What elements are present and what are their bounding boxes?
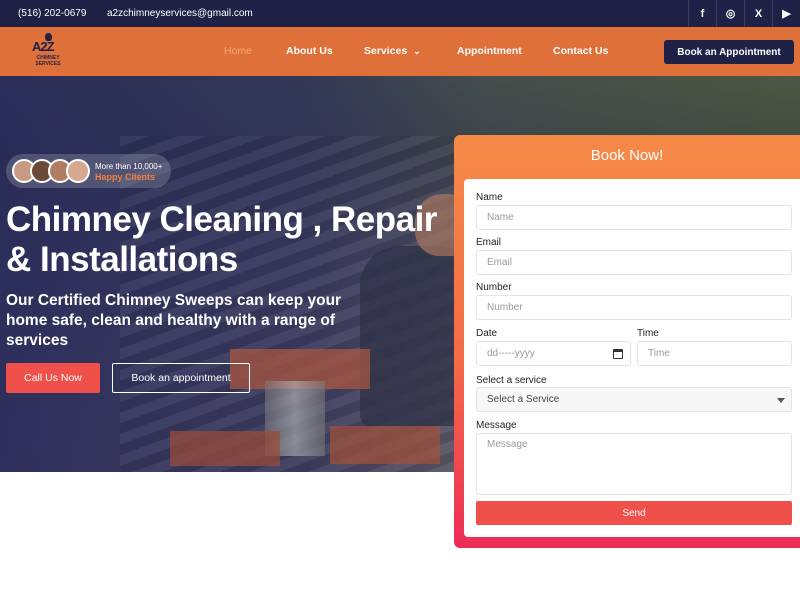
top-info-bar: (516) 202-0679 a2zchimneyservices@gmail.…: [0, 0, 800, 27]
time-label: Time: [637, 328, 659, 339]
nav-item-about-us[interactable]: About Us: [286, 45, 333, 57]
nav-item-services[interactable]: Services ⌄: [364, 45, 421, 57]
email-label: Email: [476, 237, 502, 248]
booking-form: Name Name Email Email Number Number Date…: [464, 179, 800, 537]
main-navbar: A2Z CHIMNEY SERVICES Home About Us Servi…: [0, 27, 800, 76]
social-links: f ◎ X ▶: [688, 0, 800, 27]
dropdown-caret-icon: [777, 398, 785, 403]
book-appointment-button[interactable]: Book an Appointment: [664, 40, 794, 64]
email-input[interactable]: Email: [476, 250, 792, 275]
service-label: Select a service: [476, 375, 547, 386]
name-label: Name: [476, 192, 503, 203]
service-select-value: Select a Service: [487, 394, 560, 405]
nav-item-home[interactable]: Home: [224, 45, 252, 57]
message-textarea[interactable]: Message: [476, 433, 792, 495]
brick-image: [330, 426, 440, 464]
name-input[interactable]: Name: [476, 205, 792, 230]
youtube-icon[interactable]: ▶: [772, 0, 800, 27]
call-us-now-button[interactable]: Call Us Now: [6, 363, 100, 393]
phone-number[interactable]: (516) 202-0679: [18, 8, 86, 19]
time-input[interactable]: Time: [637, 341, 792, 366]
date-placeholder: dd-----yyyy: [487, 348, 535, 359]
x-twitter-icon[interactable]: X: [744, 0, 772, 27]
calendar-icon[interactable]: [613, 349, 623, 359]
number-input[interactable]: Number: [476, 295, 792, 320]
brick-image: [170, 431, 280, 466]
site-logo[interactable]: A2Z CHIMNEY SERVICES: [30, 33, 66, 71]
nav-item-services-label: Services: [364, 45, 408, 57]
message-label: Message: [476, 420, 517, 431]
facebook-icon[interactable]: f: [688, 0, 716, 27]
happy-clients-badge: More than 10,000+ Happy Clients: [6, 154, 171, 188]
clients-label: Happy Clients: [95, 172, 156, 182]
nav-item-appointment[interactable]: Appointment: [457, 45, 522, 57]
book-appointment-hero-button[interactable]: Book an appointment: [112, 363, 250, 393]
chevron-down-icon: ⌄: [413, 46, 421, 56]
form-title: Book Now!: [590, 147, 664, 164]
logo-subtext: CHIMNEY SERVICES: [35, 55, 61, 67]
clients-count-text: More than 10,000+: [95, 162, 163, 171]
date-label: Date: [476, 328, 498, 339]
number-label: Number: [476, 282, 512, 293]
service-select[interactable]: Select a Service: [476, 387, 792, 412]
logo-text: A2Z: [32, 39, 55, 54]
send-button[interactable]: Send: [476, 501, 792, 525]
hero-subheadline: Our Certified Chimney Sweeps can keep yo…: [6, 292, 342, 349]
booking-form-card: Book Now! Name Name Email Email Number N…: [454, 135, 800, 548]
client-avatar: [66, 159, 90, 183]
hero-headline: Chimney Cleaning , Repair & Installation…: [6, 200, 437, 279]
email-address[interactable]: a2zchimneyservices@gmail.com: [107, 8, 253, 19]
nav-item-contact-us[interactable]: Contact Us: [553, 45, 608, 57]
date-input[interactable]: dd-----yyyy: [476, 341, 631, 366]
instagram-icon[interactable]: ◎: [716, 0, 744, 27]
